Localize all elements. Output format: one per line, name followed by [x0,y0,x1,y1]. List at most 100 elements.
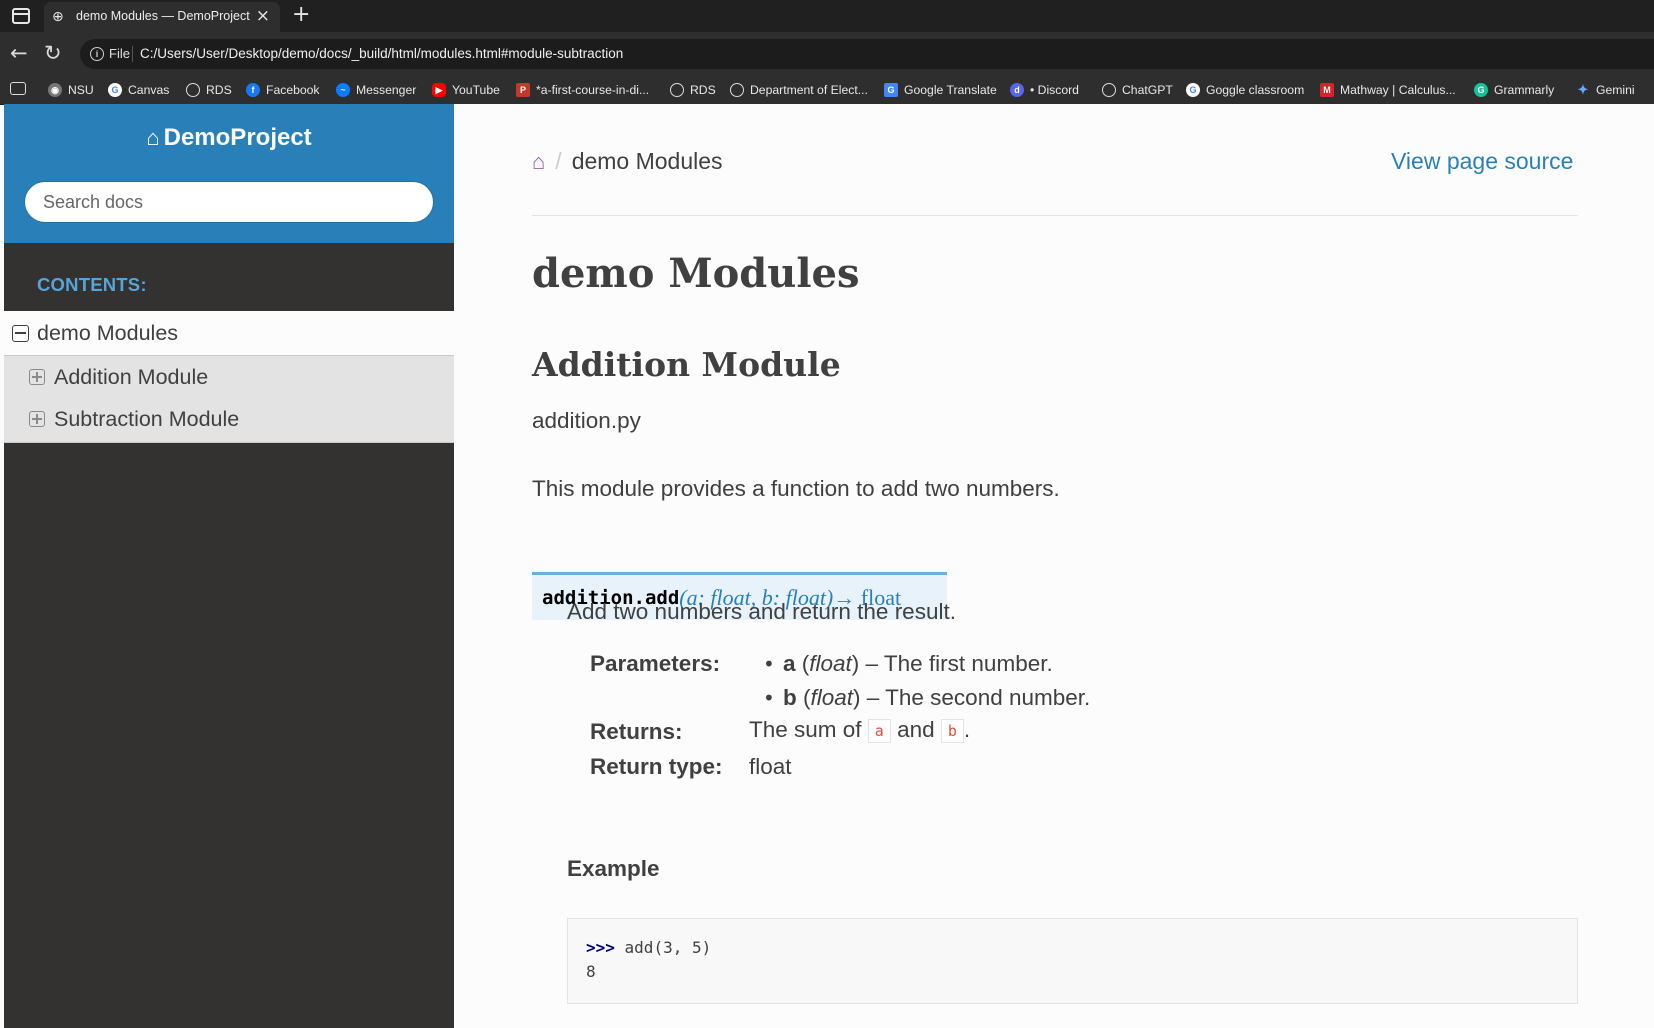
pdf-icon: P [516,83,530,97]
param-type: float [809,651,852,676]
param-name: a [783,651,796,676]
main-content: ⌂ / demo Modules View page source demo M… [454,104,1654,1028]
bookmark-chatgpt[interactable]: ChatGPT [1102,81,1173,99]
param-name: b [783,685,797,710]
param-b: b (float) – The second number. [783,685,1091,710]
inline-code-a: a [867,719,891,744]
facebook-icon: f [246,83,260,97]
google-icon: G [108,83,122,97]
chatgpt-icon [1102,83,1116,97]
bookmark-canvas[interactable]: G Canvas [108,81,169,99]
bookmark-department[interactable]: Department of Elect... [730,81,868,99]
example-heading: Example [567,856,660,881]
url-text[interactable]: C:/Users/User/Desktop/demo/docs/_build/h… [140,46,623,61]
bookmark-rds-2[interactable]: RDS [670,81,716,99]
code-line-output: 8 [586,962,596,981]
module-filename: addition.py [532,408,641,433]
toc-item-label: demo Modules [37,320,179,345]
translate-icon: G [884,83,898,97]
browser-nav-bar: ← ↻ i File C:/Users/User/Desktop/demo/do… [0,32,1654,76]
globe-icon: ⊕ [52,9,64,25]
project-name: DemoProject [163,124,312,151]
code-prompt: >>> [586,938,615,957]
browser-tab[interactable]: ⊕ demo Modules — DemoProject 1.0 documen… [44,2,280,32]
globe-icon [186,83,200,97]
sidebar: ⌂DemoProject CONTENTS: demo Modules Addi… [4,104,454,1028]
return-type-label: Return type: [590,754,723,779]
new-tab-icon[interactable]: + [292,1,310,29]
tab-title: demo Modules — DemoProject 1.0 documenta… [76,9,251,23]
breadcrumb-current: demo Modules [571,148,723,174]
bookmark-pdf[interactable]: P *a-first-course-in-di... [516,81,649,99]
reload-icon[interactable]: ↻ [44,41,62,65]
toc-item-label: Subtraction Module [54,406,240,431]
discord-icon: d [1010,83,1024,97]
project-home-link[interactable]: ⌂ DemoProject [4,124,454,152]
breadcrumb: ⌂ / demo Modules [532,148,723,175]
toc-caption: CONTENTS: [37,274,147,295]
expand-icon[interactable] [29,369,45,385]
param-a: a (float) – The first number. [783,651,1053,676]
bookmark-gemini[interactable]: ✦ Gemini [1576,81,1635,99]
bookmark-facebook[interactable]: f Facebook [246,81,320,99]
bookmark-google-translate[interactable]: G Google Translate [884,81,997,99]
toc-item-label: Addition Module [54,364,209,389]
bookmarks-bar: ◉ NSU G Canvas RDS f Facebook ~ Messenger ▶ Y… [0,76,1654,105]
return-type-value: float [749,754,792,779]
back-icon[interactable]: ← [10,41,28,65]
toc-item-subtraction-module[interactable]: Subtraction Module [29,398,239,440]
google-icon: G [1186,83,1200,97]
home-icon[interactable]: ⌂ [532,149,545,175]
bookmark-rds[interactable]: RDS [186,81,232,99]
bookmark-mathway[interactable]: M Mathway | Calculus... [1320,81,1456,99]
header-divider [532,215,1578,216]
inline-code-b: b [940,719,964,744]
toc-item-demo-modules[interactable]: demo Modules [12,311,178,355]
code-input: add(3, 5) [614,938,712,957]
breadcrumb-separator: / [555,148,562,174]
parameters-label: Parameters: [590,651,721,676]
collapse-icon[interactable] [12,324,29,342]
list-bullet: • [763,686,775,710]
bookmark-classroom[interactable]: G Goggle classroom [1186,81,1304,99]
youtube-icon: ▶ [432,83,446,97]
mathway-icon: M [1320,83,1334,97]
bookmark-discord[interactable]: d • Discord [1010,81,1079,99]
url-scheme: File [109,46,130,61]
function-summary: Add two numbers and return the result. [567,599,956,624]
gemini-icon: ✦ [1577,82,1589,97]
toc-item-addition-module[interactable]: Addition Module [29,356,208,398]
address-bar[interactable]: i File C:/Users/User/Desktop/demo/docs/_… [80,39,1654,69]
list-bullet: • [763,652,775,676]
bookmark-youtube[interactable]: ▶ YouTube [432,81,500,99]
param-desc: – The first number. [859,651,1053,676]
close-tab-icon[interactable]: × [256,6,270,26]
globe-icon [670,83,684,97]
code-block: >>> add(3, 5) 8 [567,918,1578,1004]
home-icon: ⌂ [146,125,160,150]
bookmark-nsu[interactable]: ◉ NSU [48,81,94,99]
bookmark-grammarly[interactable]: G Grammarly [1474,81,1554,99]
tab-search-icon[interactable] [10,82,26,95]
info-icon[interactable]: i [90,47,104,61]
param-type: float [810,685,854,710]
messenger-icon: ~ [336,83,350,97]
returns-label: Returns: [590,719,683,744]
page-title: demo Modules [532,250,860,297]
bookmark-messenger[interactable]: ~ Messenger [336,81,416,99]
globe-icon [730,83,744,97]
view-source-link[interactable]: View page source [1391,148,1573,175]
returns-value: The sum of a and b. [749,717,971,744]
expand-icon[interactable] [29,411,45,427]
browser-tab-bar: ⊕ demo Modules — DemoProject 1.0 documen… [0,0,1654,32]
param-desc: – The second number. [860,685,1091,710]
grammarly-icon: G [1474,83,1488,97]
nsu-icon: ◉ [48,83,62,97]
code-line-input: >>> add(3, 5) [586,936,1577,960]
sidebar-header: ⌂ DemoProject [4,104,454,243]
url-divider [132,46,133,62]
search-input[interactable] [24,181,434,223]
section-title: Addition Module [532,345,841,384]
module-description: This module provides a function to add t… [532,476,1060,501]
tab-actions-icon[interactable] [12,8,30,24]
